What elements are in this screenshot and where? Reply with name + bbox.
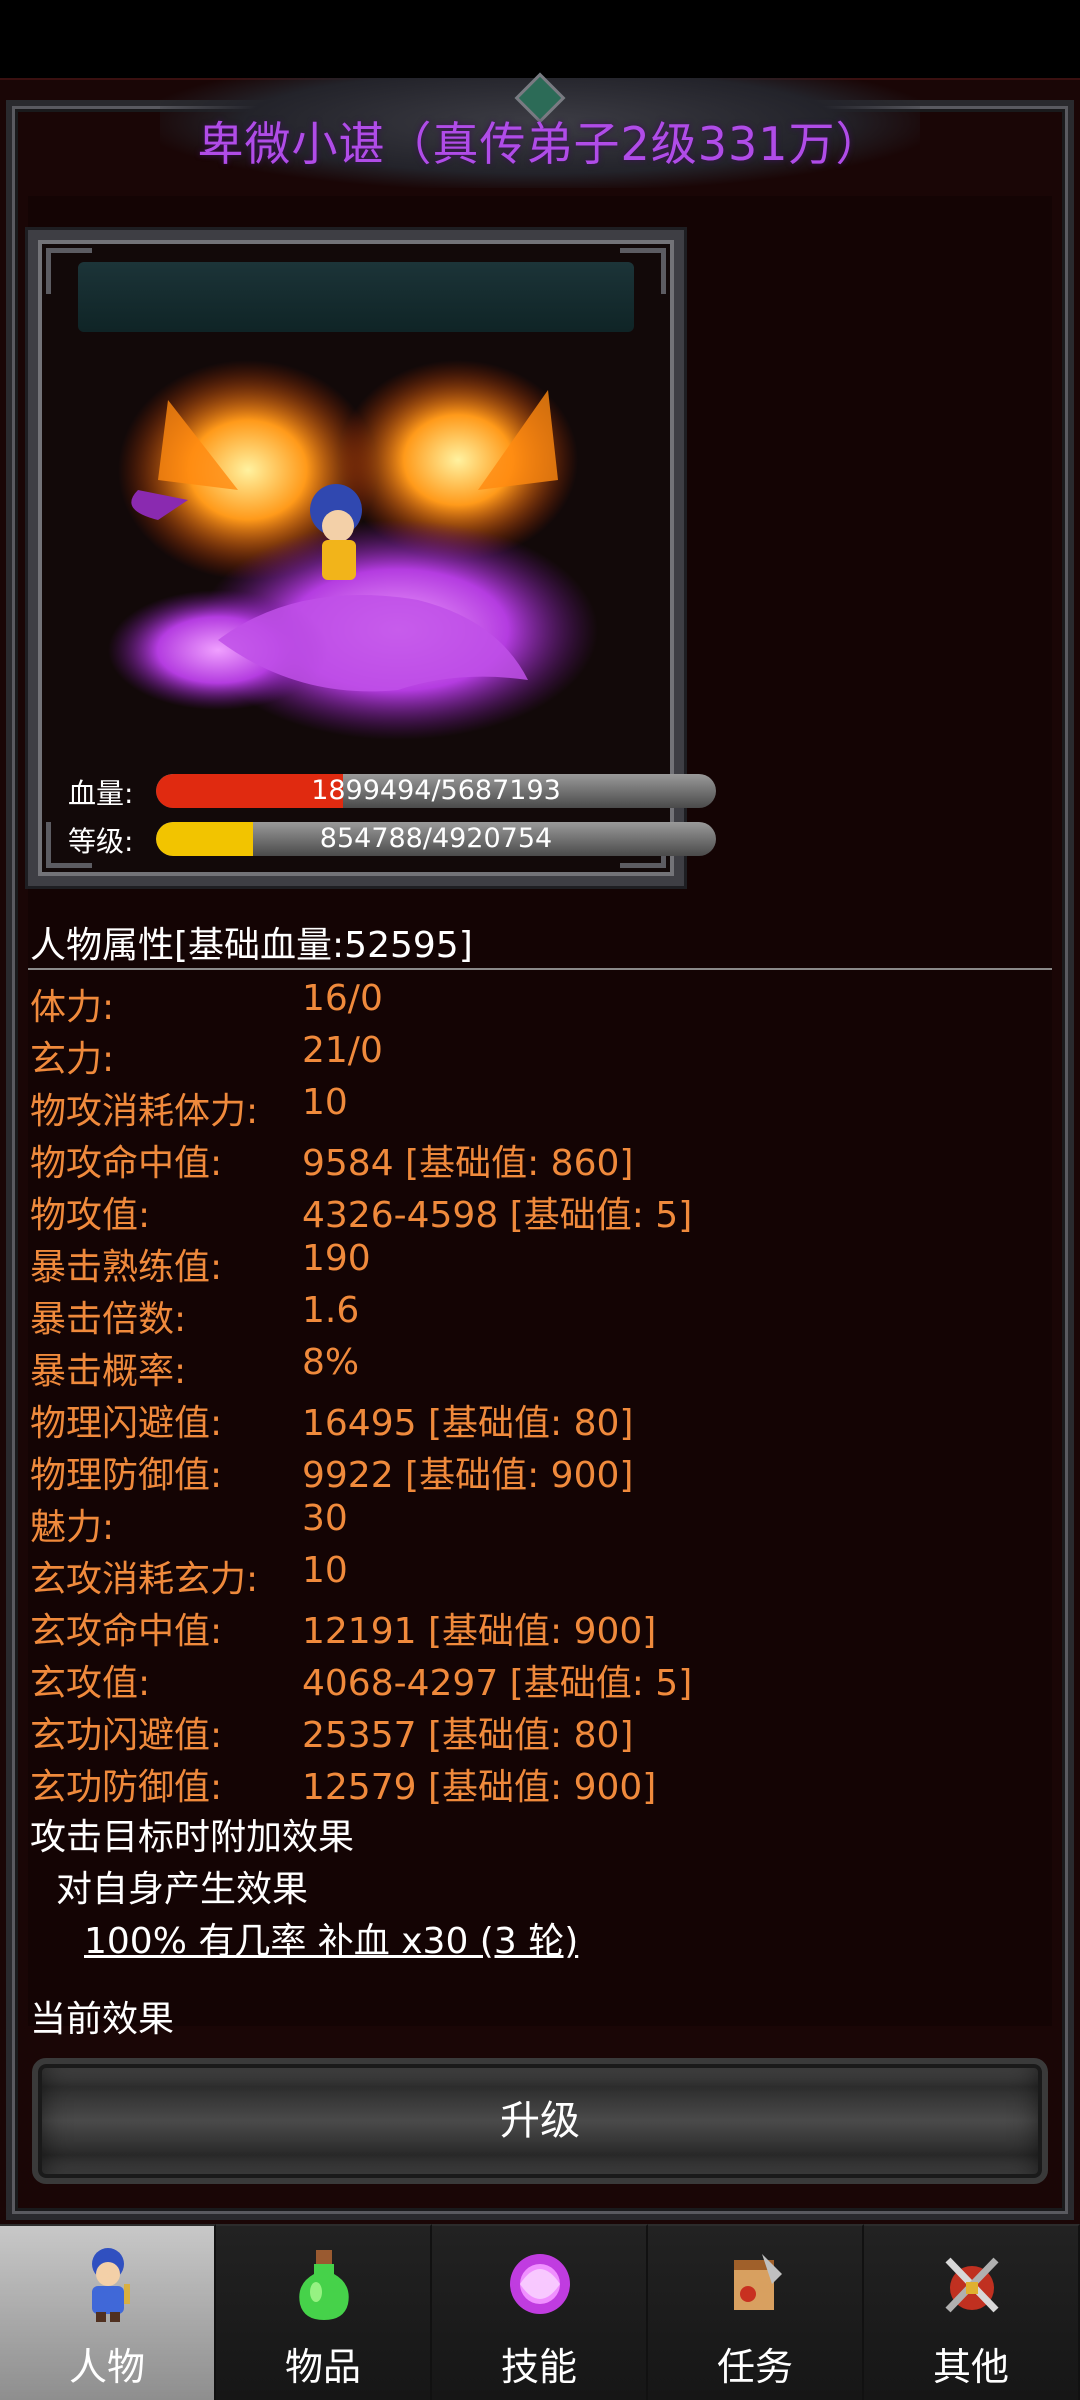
attribute-row: 物理闪避值: 16495 [基础值: 80] <box>30 1394 1050 1446</box>
character-icon <box>92 2248 130 2322</box>
tab-label: 技能 <box>500 2345 577 2389</box>
attribute-value: 4068-4297 [基础值: 5] <box>302 1663 693 1704</box>
attribute-value: 9922 [基础值: 900] <box>302 1455 634 1496</box>
attribute-row: 玄攻值: 4068-4297 [基础值: 5] <box>30 1654 1050 1706</box>
attribute-row: 物攻值: 4326-4598 [基础值: 5] <box>30 1186 1050 1238</box>
upgrade-button[interactable]: 升级 <box>32 2058 1048 2184</box>
hp-bar: 1899494/5687193 <box>156 774 716 808</box>
tab-quests[interactable]: 任务 <box>648 2224 864 2400</box>
tab-items[interactable]: 物品 <box>216 2224 432 2400</box>
attribute-value: 190 <box>302 1238 371 1279</box>
attribute-label: 暴击概率: <box>30 1351 187 1392</box>
level-label: 等级: <box>68 825 134 858</box>
attribute-value: 21/0 <box>302 1030 383 1071</box>
attribute-row: 暴击倍数: 1.6 <box>30 1290 1050 1342</box>
attribute-value: 1.6 <box>302 1290 360 1331</box>
tab-label: 任务 <box>716 2345 793 2389</box>
attribute-label: 玄攻命中值: <box>30 1611 223 1652</box>
crossed-swords-icon <box>945 2257 999 2313</box>
attribute-row: 魅力: 30 <box>30 1498 1050 1550</box>
character-title: 卑微小谌（真传弟子2级331万） <box>197 117 883 171</box>
corner-ornament <box>46 248 92 294</box>
tab-label: 人物 <box>68 2345 145 2389</box>
potion-icon <box>299 2250 349 2320</box>
attribute-value: 30 <box>302 1498 348 1539</box>
attribute-row: 体力: 16/0 <box>30 978 1050 1030</box>
tab-character[interactable]: 人物 <box>0 2224 216 2400</box>
attribute-value: 25357 [基础值: 80] <box>302 1715 634 1756</box>
attribute-label: 体力: <box>30 987 115 1028</box>
character-portrait: 血量: 1899494/5687193 等级: 854788/4920754 <box>28 230 716 886</box>
attribute-label: 玄攻值: <box>30 1663 151 1704</box>
exp-value: 854788/4920754 <box>319 823 553 854</box>
attribute-label: 玄功闪避值: <box>30 1715 223 1756</box>
hp-value: 1899494/5687193 <box>311 775 561 806</box>
corner-ornament <box>620 248 666 294</box>
attribute-row: 暴击概率: 8% <box>30 1342 1050 1394</box>
hero-avatar-image <box>108 360 598 740</box>
attribute-value: 12191 [基础值: 900] <box>302 1611 657 1652</box>
attribute-row: 物理防御值: 9922 [基础值: 900] <box>30 1446 1050 1498</box>
attribute-label: 物理闪避值: <box>30 1403 223 1444</box>
tab-label: 其他 <box>932 2345 1009 2389</box>
attribute-label: 物攻值: <box>30 1195 151 1236</box>
skill-orb-icon <box>510 2254 570 2314</box>
attribute-label: 玄攻消耗玄力: <box>30 1559 259 1600</box>
bottom-tab-bar: 人物 物品 技能 任务 其他 <box>0 2224 1080 2400</box>
attribute-label: 玄功防御值: <box>30 1767 223 1808</box>
hp-label: 血量: <box>68 777 134 810</box>
tab-skills[interactable]: 技能 <box>432 2224 648 2400</box>
portrait-banner <box>78 262 634 332</box>
attribute-value: 16495 [基础值: 80] <box>302 1403 634 1444</box>
attributes-title: 人物属性[基础血量:52595] <box>30 925 473 966</box>
attribute-row: 玄功防御值: 12579 [基础值: 900] <box>30 1758 1050 1810</box>
attribute-row: 暴击熟练值: 190 <box>30 1238 1050 1290</box>
attribute-row: 玄力: 21/0 <box>30 1030 1050 1082</box>
status-bar <box>0 0 1080 78</box>
attribute-value: 12579 [基础值: 900] <box>302 1767 657 1808</box>
attribute-value: 16/0 <box>302 978 383 1019</box>
exp-bar: 854788/4920754 <box>156 822 716 856</box>
attribute-label: 暴击倍数: <box>30 1299 187 1340</box>
attribute-value: 10 <box>302 1082 348 1123</box>
current-effect-title: 当前效果 <box>30 1999 175 2040</box>
attribute-label: 物攻命中值: <box>30 1143 223 1184</box>
attribute-row: 玄功闪避值: 25357 [基础值: 80] <box>30 1706 1050 1758</box>
attribute-value: 9584 [基础值: 860] <box>302 1143 634 1184</box>
tab-label: 物品 <box>284 2345 361 2389</box>
attribute-row: 物攻消耗体力: 10 <box>30 1082 1050 1134</box>
attribute-value: 10 <box>302 1550 348 1591</box>
divider <box>28 968 1052 970</box>
heal-effect-link[interactable]: 100% 有几率 补血 x30 (3 轮) <box>84 1912 578 1964</box>
attribute-label: 魅力: <box>30 1507 115 1548</box>
attribute-value: 4326-4598 [基础值: 5] <box>302 1195 693 1236</box>
attack-effect-title: 攻击目标时附加效果 <box>30 1817 355 1858</box>
attribute-label: 玄力: <box>30 1039 115 1080</box>
attribute-label: 暴击熟练值: <box>30 1247 223 1288</box>
quest-scroll-icon <box>734 2254 782 2310</box>
self-effect-label: 对自身产生效果 <box>56 1869 309 1910</box>
attribute-row: 玄攻命中值: 12191 [基础值: 900] <box>30 1602 1050 1654</box>
attribute-row: 玄攻消耗玄力: 10 <box>30 1550 1050 1602</box>
attribute-value: 8% <box>302 1342 360 1383</box>
attribute-row: 物攻命中值: 9584 [基础值: 860] <box>30 1134 1050 1186</box>
tab-other[interactable]: 其他 <box>864 2224 1080 2400</box>
attribute-label: 物理防御值: <box>30 1455 223 1496</box>
attribute-label: 物攻消耗体力: <box>30 1091 259 1132</box>
